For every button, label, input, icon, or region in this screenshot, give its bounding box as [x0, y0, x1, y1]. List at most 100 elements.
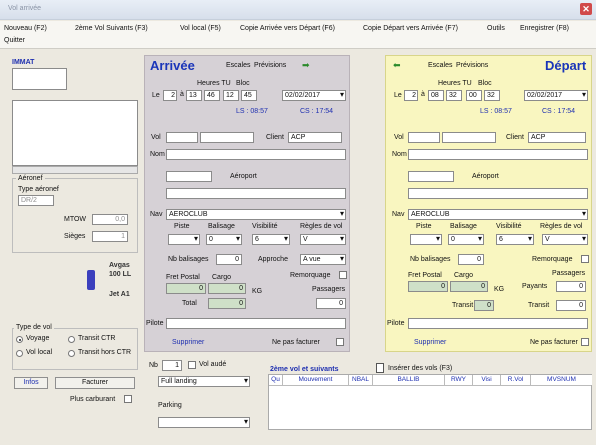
insert-label[interactable]: Insérer des vols (F3): [388, 365, 452, 372]
arr-airport-name[interactable]: [166, 188, 346, 199]
arr-date-select[interactable]: 02/02/2017: [282, 90, 346, 101]
seats-input[interactable]: 1: [92, 231, 128, 242]
arr-day-input[interactable]: 2: [163, 90, 177, 101]
dep-hour-h[interactable]: 08: [428, 90, 444, 101]
col-header[interactable]: BALLIB: [373, 375, 445, 385]
dep-visib-select[interactable]: 6: [496, 234, 534, 245]
arr-piste-select[interactable]: [168, 234, 200, 245]
arr-nom-input[interactable]: [166, 149, 346, 160]
dep-balisage-select[interactable]: 0: [448, 234, 484, 245]
dep-hour-m[interactable]: 32: [446, 90, 462, 101]
arr-cargo-input[interactable]: 0: [208, 283, 246, 294]
dep-vol-input-2[interactable]: [442, 132, 496, 143]
dep-cargo-input[interactable]: 0: [450, 281, 488, 292]
immat-input[interactable]: [12, 68, 67, 90]
parking-select[interactable]: [158, 417, 250, 428]
arr-passagers-label: Passagers: [312, 286, 346, 293]
menu-local-flight[interactable]: Vol local (F5): [180, 25, 221, 32]
col-header[interactable]: MVSNUM: [531, 375, 592, 385]
menu-second-flight[interactable]: 2ème Vol Suivants (F3): [75, 25, 148, 32]
arr-supprimer[interactable]: Supprimer: [172, 339, 204, 346]
landing-select[interactable]: Full landing: [158, 376, 250, 387]
col-header[interactable]: Visi: [473, 375, 501, 385]
dep-nav-select[interactable]: AEROCLUB: [408, 209, 588, 220]
fuel-checkbox[interactable]: [124, 395, 132, 403]
dep-ne-pas-facturer-checkbox[interactable]: [581, 338, 589, 346]
arr-vol-input-2[interactable]: [200, 132, 254, 143]
dep-tab-forecast[interactable]: Prévisions: [456, 62, 488, 69]
arr-approche-select[interactable]: A vue: [300, 254, 346, 265]
vol-aude-checkbox[interactable]: [188, 361, 196, 369]
col-header[interactable]: Mouvement: [283, 375, 349, 385]
arr-regles-select[interactable]: V: [300, 234, 346, 245]
arr-pilote-input[interactable]: [166, 318, 346, 329]
insert-icon[interactable]: [376, 363, 384, 373]
close-icon[interactable]: ✕: [580, 3, 592, 15]
dep-fret-input[interactable]: 0: [408, 281, 448, 292]
nb-input[interactable]: 1: [162, 360, 182, 371]
dep-pilote-input[interactable]: [408, 318, 588, 329]
col-header[interactable]: Qu: [269, 375, 283, 385]
arr-pass-input[interactable]: 0: [316, 298, 346, 309]
arr-visib-select[interactable]: 6: [252, 234, 290, 245]
dep-transit-input[interactable]: 0: [474, 300, 494, 311]
arr-total-input[interactable]: 0: [208, 298, 246, 309]
dep-date-select[interactable]: 02/02/2017: [524, 90, 588, 101]
arr-block-m[interactable]: 45: [241, 90, 257, 101]
arrival-tab-forecast[interactable]: Prévisions: [254, 62, 286, 69]
radio-transit-hors-ctr[interactable]: [68, 350, 75, 357]
menu-save[interactable]: Enregistrer (F8): [520, 25, 569, 32]
infos-button[interactable]: Infos: [14, 377, 48, 389]
immat-list[interactable]: [12, 100, 138, 166]
invoice-button[interactable]: Facturer: [55, 377, 135, 389]
col-header[interactable]: NBAL: [349, 375, 373, 385]
dep-vol-input-1[interactable]: [408, 132, 440, 143]
dep-airport-name[interactable]: [408, 188, 588, 199]
arrow-right-icon[interactable]: ➡: [302, 60, 310, 71]
arr-vol-input-1[interactable]: [166, 132, 198, 143]
arr-nav-select[interactable]: AEROCLUB: [166, 209, 346, 220]
radio-local[interactable]: [16, 350, 23, 357]
arr-client-input[interactable]: ACP: [288, 132, 342, 143]
radio-transit-ctr[interactable]: [68, 336, 75, 343]
col-header[interactable]: RWY: [445, 375, 473, 385]
arr-fret-input[interactable]: 0: [166, 283, 206, 294]
menu-copy-dep-arr[interactable]: Copie Départ vers Arrivée (F7): [363, 25, 458, 32]
arr-hour-m[interactable]: 46: [204, 90, 220, 101]
arr-hour-h[interactable]: 13: [186, 90, 202, 101]
arr-nb-bal-input[interactable]: 0: [216, 254, 242, 265]
col-header[interactable]: R.Vol: [501, 375, 531, 385]
arr-block-h[interactable]: 12: [223, 90, 239, 101]
dep-block-h[interactable]: 00: [466, 90, 482, 101]
dep-block-m[interactable]: 32: [484, 90, 500, 101]
dep-regles-select[interactable]: V: [542, 234, 588, 245]
dep-piste-select[interactable]: [410, 234, 442, 245]
menu-new[interactable]: Nouveau (F2): [4, 25, 47, 32]
dep-remorquage-checkbox[interactable]: [581, 255, 589, 263]
arrow-left-icon[interactable]: ⬅: [393, 60, 401, 71]
flights-table[interactable]: Qu Mouvement NBAL BALLIB RWY Visi R.Vol …: [268, 374, 592, 430]
arr-airport-code[interactable]: [166, 171, 212, 182]
dep-nb-bal-input[interactable]: 0: [458, 254, 484, 265]
arr-balisage-select[interactable]: 0: [206, 234, 242, 245]
dep-supprimer[interactable]: Supprimer: [414, 339, 446, 346]
list-scrollbar[interactable]: [12, 166, 138, 174]
dep-nom-input[interactable]: [408, 149, 588, 160]
dep-payants-input[interactable]: 0: [556, 281, 586, 292]
menu-quit[interactable]: Quitter: [4, 37, 25, 44]
dep-airport-code[interactable]: [408, 171, 454, 182]
dep-tab-ports[interactable]: Escales: [428, 62, 453, 69]
arr-ne-pas-facturer-checkbox[interactable]: [336, 338, 344, 346]
mtow-input[interactable]: 0,0: [92, 214, 128, 225]
arr-remorquage-checkbox[interactable]: [339, 271, 347, 279]
dep-nav-label: Nav: [392, 211, 405, 218]
menu-tools[interactable]: Outils: [487, 25, 505, 32]
dep-transit2-input[interactable]: 0: [556, 300, 586, 311]
arrival-tab-ports[interactable]: Escales: [226, 62, 251, 69]
dep-day-input[interactable]: 2: [404, 90, 418, 101]
type-input[interactable]: DR/2: [18, 195, 54, 206]
radio-voyage[interactable]: [16, 336, 23, 343]
dep-client-input[interactable]: ACP: [528, 132, 586, 143]
arr-visib-label: Visibilité: [252, 223, 278, 230]
menu-copy-arr-dep[interactable]: Copie Arrivée vers Départ (F6): [240, 25, 335, 32]
